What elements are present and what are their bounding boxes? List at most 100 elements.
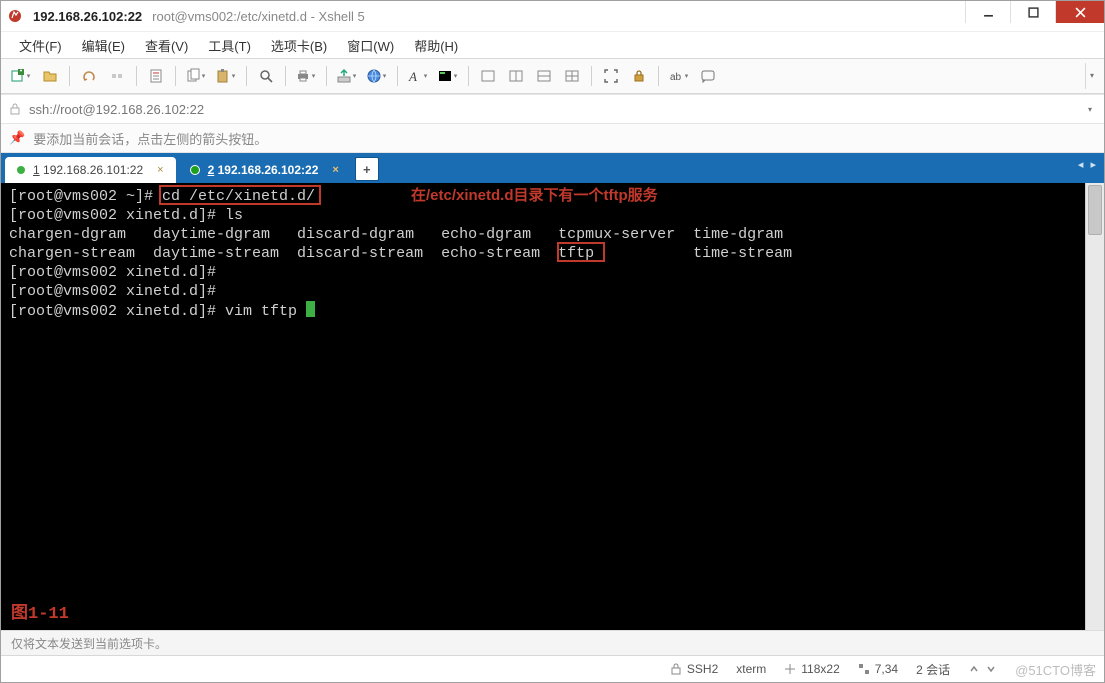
term-l1a: [root@vms002 ~]# [9, 188, 162, 205]
paste-button[interactable]: ▾ [212, 63, 240, 89]
status-sessions: 2 会话 [916, 661, 950, 678]
help-button[interactable] [695, 63, 721, 89]
term-l7: [root@vms002 xinetd.d]# vim tftp [9, 303, 306, 320]
watermark: @51CTO博客 [1015, 660, 1096, 679]
globe-button[interactable]: ▾ [363, 63, 391, 89]
copy-button[interactable]: ▾ [182, 63, 210, 89]
menu-file[interactable]: 文件(F) [11, 33, 70, 58]
term-l4a: chargen-stream daytime-stream discard-st… [9, 245, 558, 262]
menu-view[interactable]: 查看(V) [137, 33, 196, 58]
term-l2: [root@vms002 xinetd.d]# ls [9, 207, 243, 224]
new-session-button[interactable]: ▾ [7, 63, 35, 89]
title-path: root@vms002:/etc/xinetd.d - Xshell 5 [152, 9, 365, 24]
status-dot-icon [17, 166, 25, 174]
figure-label: 图1-11 [11, 605, 69, 624]
window-controls [965, 1, 1104, 23]
transfer-button[interactable]: ▾ [333, 63, 361, 89]
menu-tools[interactable]: 工具(T) [200, 33, 259, 58]
font-button[interactable]: A▾ [404, 63, 432, 89]
app-window: 192.168.26.102:22 root@vms002:/etc/xinet… [0, 0, 1105, 683]
terminal[interactable]: [root@vms002 ~]# cd /etc/xinetd.d/ [root… [1, 183, 1085, 630]
title-host: 192.168.26.102:22 [33, 9, 142, 24]
terminal-scrollbar[interactable] [1085, 183, 1104, 630]
send-target-hint: 仅将文本发送到当前选项卡。 [1, 630, 1104, 655]
divider [397, 66, 398, 86]
divider [69, 66, 70, 86]
menu-window[interactable]: 窗口(W) [339, 33, 402, 58]
down-icon [985, 663, 997, 675]
menu-edit[interactable]: 编辑(E) [74, 33, 133, 58]
tab1-label: 192.168.26.101:22 [43, 163, 143, 177]
minimize-button[interactable] [965, 1, 1010, 23]
svg-text:ab: ab [670, 72, 682, 83]
status-pos: 7,34 [858, 662, 898, 676]
up-icon [968, 663, 980, 675]
properties-button[interactable] [143, 63, 169, 89]
close-button[interactable] [1055, 1, 1104, 23]
menu-bar: 文件(F) 编辑(E) 查看(V) 工具(T) 选项卡(B) 窗口(W) 帮助(… [1, 31, 1104, 58]
address-url[interactable]: ssh://root@192.168.26.102:22 [29, 102, 1080, 117]
address-bar: ssh://root@192.168.26.102:22 ▾ [1, 94, 1104, 124]
layout1-button[interactable] [475, 63, 501, 89]
divider [468, 66, 469, 86]
layout2-button[interactable] [503, 63, 529, 89]
status-ssh-text: SSH2 [687, 662, 718, 676]
reconnect-button[interactable] [76, 63, 102, 89]
title-bar: 192.168.26.102:22 root@vms002:/etc/xinet… [1, 1, 1104, 31]
status-pos-text: 7,34 [875, 662, 898, 676]
toolbar-overflow[interactable]: ▾ [1085, 63, 1098, 89]
hint-text: 要添加当前会话，点击左侧的箭头按钮。 [33, 129, 267, 148]
tab-scroll-arrows[interactable]: ◂ ▸ [1078, 158, 1098, 171]
menu-help[interactable]: 帮助(H) [406, 33, 466, 58]
divider [326, 66, 327, 86]
annotation-text: 在/etc/xinetd.d目录下有一个tftp服务 [411, 186, 658, 205]
encoding-button[interactable]: ab▾ [665, 63, 693, 89]
term-l6: [root@vms002 xinetd.d]# [9, 283, 216, 300]
open-session-button[interactable] [37, 63, 63, 89]
tab2-label: 192.168.26.102:22 [218, 163, 319, 177]
fullscreen-button[interactable] [598, 63, 624, 89]
toolbar: ▾ ▾ ▾ ▾ ▾ ▾ A▾ ▾ ab▾ ▾ [1, 59, 1104, 94]
layout4-button[interactable] [559, 63, 585, 89]
status-dot-icon [190, 165, 200, 175]
tab1-close[interactable]: × [157, 164, 163, 176]
divider [246, 66, 247, 86]
find-button[interactable] [253, 63, 279, 89]
status-term: xterm [736, 662, 766, 676]
status-size-text: 118x22 [801, 662, 839, 676]
term-l5: [root@vms002 xinetd.d]# [9, 264, 216, 281]
address-dropdown[interactable]: ▾ [1088, 105, 1092, 114]
lock-icon [670, 663, 682, 675]
color-scheme-button[interactable]: ▾ [434, 63, 462, 89]
layout3-button[interactable] [531, 63, 557, 89]
session-tab-bar: 1 192.168.26.101:22 × 2 192.168.26.102:2… [1, 153, 1104, 183]
tab2-close[interactable]: × [332, 164, 338, 176]
status-nav[interactable] [968, 663, 997, 675]
status-size: 118x22 [784, 662, 839, 676]
size-icon [784, 663, 796, 675]
tab2-num: 2 [208, 163, 215, 177]
app-icon [7, 8, 23, 24]
menu-tabs[interactable]: 选项卡(B) [263, 33, 335, 58]
highlight-tftp [557, 242, 605, 262]
scroll-thumb[interactable] [1088, 185, 1102, 235]
pin-icon[interactable]: 📌 [9, 130, 25, 146]
tab-session-2[interactable]: 2 192.168.26.102:22 × [178, 157, 351, 183]
term-l3: chargen-dgram daytime-dgram discard-dgra… [9, 226, 783, 243]
cursor [306, 301, 315, 317]
lock-button[interactable] [626, 63, 652, 89]
divider [591, 66, 592, 86]
status-bar: SSH2 xterm 118x22 7,34 2 会话 @51CTO博客 [1, 655, 1104, 682]
divider [285, 66, 286, 86]
divider [136, 66, 137, 86]
disconnect-button[interactable] [104, 63, 130, 89]
tab-session-1[interactable]: 1 192.168.26.101:22 × [5, 157, 176, 183]
lock-icon [9, 103, 21, 115]
svg-text:A: A [408, 69, 417, 84]
divider [175, 66, 176, 86]
status-ssh: SSH2 [670, 662, 718, 676]
maximize-button[interactable] [1010, 1, 1055, 23]
tab-add-button[interactable]: + [355, 157, 379, 181]
print-button[interactable]: ▾ [292, 63, 320, 89]
divider [658, 66, 659, 86]
